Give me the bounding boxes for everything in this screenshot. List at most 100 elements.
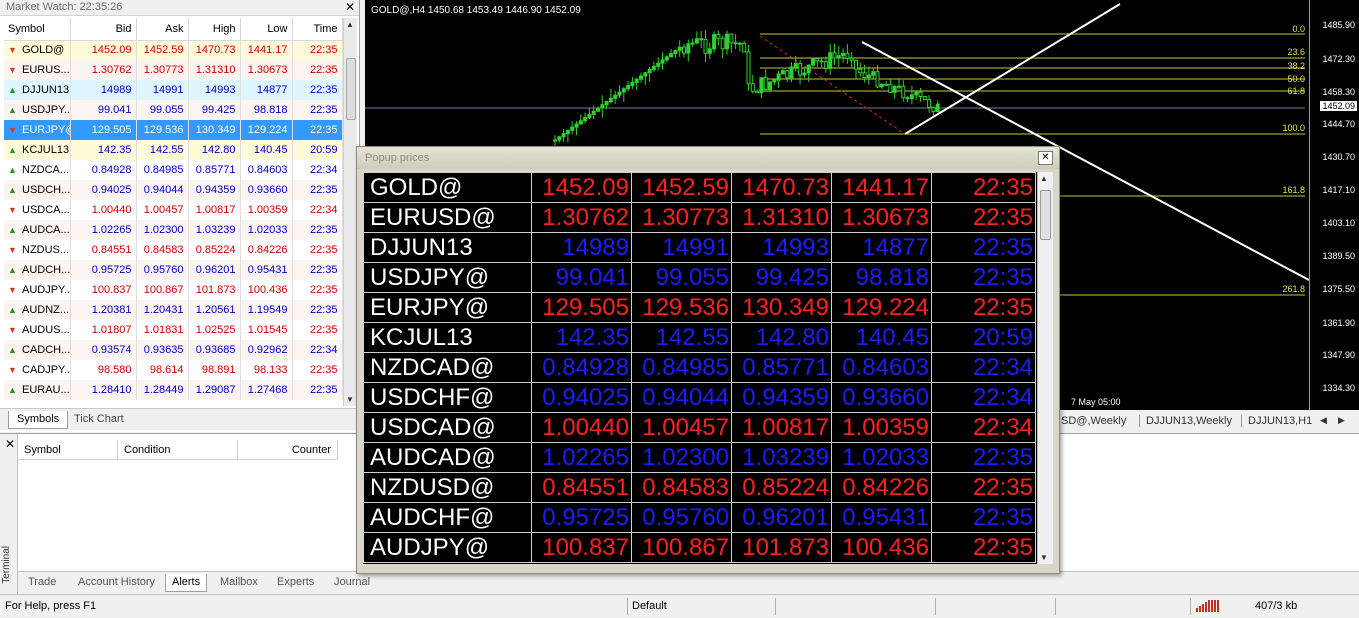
table-row[interactable]: DJJUN13 14989 14991 14993 14877 22:35: [363, 232, 1036, 263]
table-row[interactable]: USDCHF@ 0.94025 0.94044 0.94359 0.93660 22:34: [363, 382, 1036, 413]
alerts-column-counter[interactable]: Counter: [238, 440, 338, 460]
candle-body: [759, 77, 764, 94]
time-cell: 22:35: [931, 172, 1036, 203]
scroll-thumb[interactable]: [1040, 190, 1051, 240]
candle-body: [763, 77, 768, 91]
table-row[interactable]: AUDCAD@ 1.02265 1.02300 1.03239 1.02033 22:35: [363, 442, 1036, 473]
market-watch-scrollbar[interactable]: ▲ ▼: [343, 18, 357, 406]
popup-prices-window[interactable]: Popup prices ✕ GOLD@ 1452.09 1452.59 1470.7…: [356, 146, 1060, 574]
time-cell: 22:35: [292, 120, 343, 140]
table-row[interactable]: ▲ USDJPY... 99.041 99.055 99.425 98.818 22:35: [4, 100, 343, 120]
low-cell: 0.93660: [831, 382, 932, 413]
table-row[interactable]: ▲ AUDCH... 0.95725 0.95760 0.96201 0.95431 22:…: [4, 260, 343, 280]
table-row[interactable]: ▲ NZDCA... 0.84928 0.84985 0.85771 0.84603 22:…: [4, 160, 343, 180]
fib-level-label: 61.8: [1287, 86, 1305, 96]
symbol-cell: ▼ USDCA...: [4, 200, 71, 220]
table-row[interactable]: ▼ GOLD@ 1452.09 1452.59 1470.73 1441.17 22:35: [4, 40, 343, 60]
table-row[interactable]: ▼ AUDUS... 1.01807 1.01831 1.02525 1.01545 22:…: [4, 320, 343, 340]
table-row[interactable]: ▲ CADCH... 0.93574 0.93635 0.93685 0.92962 22:…: [4, 340, 343, 360]
symbol-name: USDCA...: [22, 204, 70, 216]
status-traffic: 407/3 kb: [1255, 600, 1298, 612]
tab-alerts[interactable]: Alerts: [165, 574, 208, 592]
low-cell: 0.84603: [240, 160, 293, 180]
high-cell: 1.29087: [188, 380, 241, 400]
chart-tab-weekly-1[interactable]: SD@,Weekly: [1055, 415, 1126, 427]
tab-trade[interactable]: Trade: [22, 574, 62, 592]
symbol-name: EURUS...: [22, 64, 70, 76]
table-row[interactable]: ▲ AUDNZ... 1.20381 1.20431 1.20561 1.19549 22:…: [4, 300, 343, 320]
candle-body: [922, 96, 927, 101]
symbol-cell: ▲ USDCH...: [4, 180, 71, 200]
table-row[interactable]: EURUSD@ 1.30762 1.30773 1.31310 1.30673 22:35: [363, 202, 1036, 233]
alerts-header: Symbol Condition Counter: [18, 440, 338, 460]
chart-tab-h1[interactable]: DJJUN13,H1: [1241, 415, 1312, 427]
alerts-column-condition[interactable]: Condition: [118, 440, 238, 460]
tab-symbols[interactable]: Symbols: [8, 411, 69, 429]
bid-cell: 0.95725: [531, 502, 632, 533]
candle-body: [626, 85, 631, 90]
time-cell: 22:35: [292, 280, 343, 300]
table-row[interactable]: GOLD@ 1452.09 1452.59 1470.73 1441.17 22:35: [363, 172, 1036, 203]
candle-body: [596, 107, 600, 112]
table-row[interactable]: ▼ CADJPY... 98.580 98.614 98.891 98.133 22:35: [4, 360, 343, 380]
column-header-low[interactable]: Low: [240, 18, 293, 41]
table-row[interactable]: USDCAD@ 1.00440 1.00457 1.00817 1.00359 22:34: [363, 412, 1036, 443]
table-row[interactable]: ▲ EURAU... 1.28410 1.28449 1.29087 1.27468 22:…: [4, 380, 343, 400]
ask-cell: 0.95760: [136, 260, 189, 280]
table-row[interactable]: ▼ EURUS... 1.30762 1.30773 1.31310 1.30673 22:…: [4, 60, 343, 80]
scroll-up-icon[interactable]: ▲: [346, 20, 354, 29]
candle-body: [608, 97, 613, 103]
close-icon[interactable]: ✕: [5, 437, 15, 451]
scroll-down-icon[interactable]: ▼: [346, 395, 354, 404]
ask-cell: 0.95760: [631, 502, 732, 533]
tab-journal[interactable]: Journal: [328, 574, 376, 592]
table-row[interactable]: NZDCAD@ 0.84928 0.84985 0.85771 0.84603 22:34: [363, 352, 1036, 383]
low-cell: 1.19549: [240, 300, 293, 320]
low-cell: 129.224: [831, 292, 932, 323]
column-header-time[interactable]: Time: [292, 18, 343, 41]
low-cell: 1.02033: [240, 220, 293, 240]
column-header-ask[interactable]: Ask: [136, 18, 189, 41]
candle-body: [901, 85, 906, 99]
scroll-down-icon[interactable]: ▼: [1040, 553, 1048, 562]
table-row[interactable]: NZDUSD@ 0.84551 0.84583 0.85224 0.84226 22:35: [363, 472, 1036, 503]
column-header-symbol[interactable]: Symbol: [4, 18, 71, 41]
table-row[interactable]: KCJUL13 142.35 142.55 142.80 140.45 20:59: [363, 322, 1036, 353]
column-header-high[interactable]: High: [188, 18, 241, 41]
table-row[interactable]: ▲ AUDCA... 1.02265 1.02300 1.03239 1.02033 22:…: [4, 220, 343, 240]
tab-scroll-right-icon[interactable]: ▶: [1338, 415, 1345, 426]
table-row[interactable]: ▼ EURJPY@129.505129.536130.349129.22422:3…: [4, 120, 343, 140]
close-icon[interactable]: ✕: [1038, 151, 1053, 165]
table-row[interactable]: ▼ AUDJPY... 100.837 100.867 101.873 100.436 22…: [4, 280, 343, 300]
tab-mailbox[interactable]: Mailbox: [214, 574, 264, 592]
table-row[interactable]: ▼ NZDUS... 0.84551 0.84583 0.85224 0.84226 22:…: [4, 240, 343, 260]
ask-cell: 1.02300: [136, 220, 189, 240]
time-cell: 22:34: [931, 352, 1036, 383]
table-row[interactable]: ▲ USDCH... 0.94025 0.94044 0.94359 0.93660 22:…: [4, 180, 343, 200]
arrow-up-icon: ▲: [8, 85, 17, 95]
status-profile[interactable]: Default: [632, 600, 667, 612]
tab-scroll-left-icon[interactable]: ◀: [1320, 415, 1327, 426]
close-icon[interactable]: ✕: [345, 0, 355, 15]
tab-experts[interactable]: Experts: [271, 574, 320, 592]
table-row[interactable]: AUDCHF@ 0.95725 0.95760 0.96201 0.95431 22:35: [363, 502, 1036, 533]
table-row[interactable]: USDJPY@ 99.041 99.055 99.425 98.818 22:35: [363, 262, 1036, 293]
tab-account-history[interactable]: Account History: [72, 574, 161, 592]
bid-cell: 0.93574: [70, 340, 137, 360]
table-row[interactable]: ▼ USDCA... 1.00440 1.00457 1.00817 1.00359 22:…: [4, 200, 343, 220]
table-row[interactable]: ▲ KCJUL13 142.35 142.55 142.80 140.45 20:59: [4, 140, 343, 160]
alerts-column-symbol[interactable]: Symbol: [18, 440, 118, 460]
popup-titlebar[interactable]: Popup prices ✕: [357, 147, 1059, 169]
symbol-cell: ▼ AUDUS...: [4, 320, 71, 340]
scroll-up-icon[interactable]: ▲: [1040, 174, 1048, 183]
column-header-bid[interactable]: Bid: [70, 18, 137, 41]
table-row[interactable]: EURJPY@ 129.505 129.536 130.349 129.224 22:35: [363, 292, 1036, 323]
chart-tab-weekly-2[interactable]: DJJUN13,Weekly: [1139, 415, 1232, 427]
tab-tick-chart[interactable]: Tick Chart: [66, 411, 132, 429]
table-row[interactable]: AUDJPY@ 100.837 100.867 101.873 100.436 22:35: [363, 532, 1036, 563]
table-row[interactable]: ▲ DJJUN13 14989 14991 14993 14877 22:35: [4, 80, 343, 100]
popup-scrollbar[interactable]: ▲ ▼: [1037, 172, 1053, 564]
low-cell: 98.818: [240, 100, 293, 120]
scroll-thumb[interactable]: [346, 58, 356, 120]
candle-body: [660, 59, 665, 64]
